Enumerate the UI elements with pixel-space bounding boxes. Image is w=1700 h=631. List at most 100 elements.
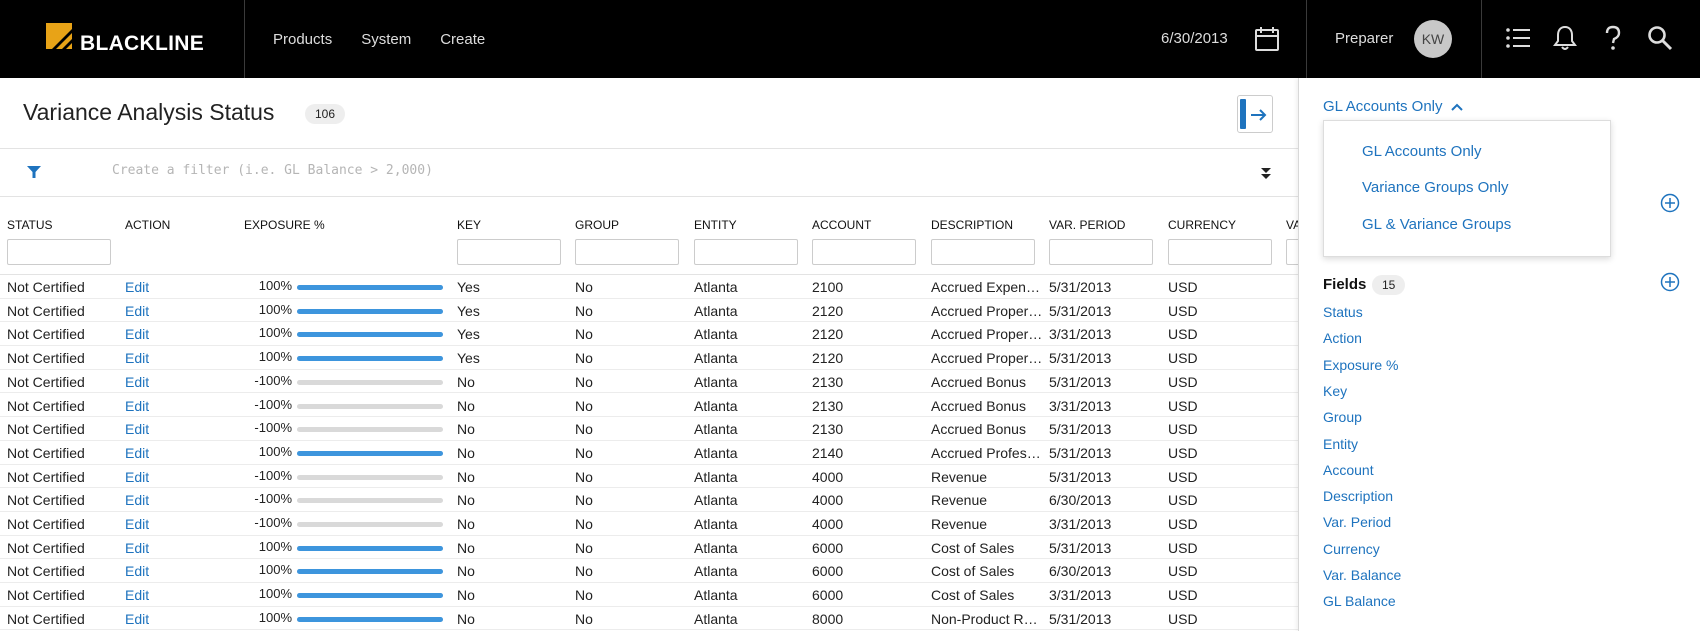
column-header-key[interactable]: KEY [457, 218, 481, 232]
calendar-icon[interactable] [1254, 26, 1280, 52]
table-row[interactable]: Not Certified Edit -100% No No Atlanta 4000 Rev… [0, 512, 1298, 536]
currency-cell: USD [1168, 397, 1198, 414]
field-item[interactable]: Var. Period [1323, 514, 1391, 530]
var-period-cell: 6/30/2013 [1049, 492, 1112, 509]
table-row[interactable]: Not Certified Edit 100% Yes No Atlanta 2100 Acc… [0, 275, 1298, 299]
edit-link[interactable]: Edit [125, 492, 149, 508]
double-chevron-down-icon[interactable] [1261, 168, 1271, 180]
filter-input[interactable] [112, 163, 812, 178]
edit-link[interactable]: Edit [125, 445, 149, 461]
entity-column-filter[interactable] [694, 239, 798, 265]
edit-link[interactable]: Edit [125, 587, 149, 603]
nav-products[interactable]: Products [273, 31, 332, 48]
edit-link[interactable]: Edit [125, 279, 149, 295]
exposure-bar [297, 522, 443, 527]
field-item[interactable]: Account [1323, 462, 1374, 478]
table-row[interactable]: Not Certified Edit 100% No No Atlanta 6000 Cost… [0, 583, 1298, 607]
edit-link[interactable]: Edit [125, 350, 149, 366]
bell-icon[interactable] [1553, 25, 1577, 51]
column-header-status[interactable]: STATUS [7, 218, 53, 232]
var-period-cell: 3/31/2013 [1049, 326, 1112, 343]
account-column-filter[interactable] [812, 239, 916, 265]
table-row[interactable]: Not Certified Edit 100% No No Atlanta 8000 Non-… [0, 607, 1298, 631]
description-cell: Accrued Expenses [931, 279, 1043, 295]
field-item[interactable]: Entity [1323, 436, 1358, 452]
table-row[interactable]: Not Certified Edit -100% No No Atlanta 4000 Rev… [0, 465, 1298, 489]
column-header-var-balance[interactable]: VA [1286, 218, 1298, 232]
field-item[interactable]: GL Balance [1323, 593, 1396, 609]
key-column-filter[interactable] [457, 239, 561, 265]
table-row[interactable]: Not Certified Edit 100% No No Atlanta 2140 Accr… [0, 441, 1298, 465]
var-balance-column-filter[interactable] [1286, 239, 1298, 265]
field-item[interactable]: Group [1323, 409, 1362, 425]
key-cell: No [457, 421, 475, 438]
exposure-value: 100% [258, 301, 292, 317]
field-item[interactable]: Action [1323, 330, 1362, 346]
column-header-entity[interactable]: ENTITY [694, 218, 737, 232]
table-row[interactable]: Not Certified Edit 100% Yes No Atlanta 2120 Acc… [0, 322, 1298, 347]
column-header-var-period[interactable]: VAR. PERIOD [1049, 218, 1125, 232]
table-row[interactable]: Not Certified Edit 100% Yes No Atlanta 2120 Acc… [0, 346, 1298, 370]
status-cell: Not Certified [7, 563, 85, 580]
edit-link[interactable]: Edit [125, 326, 149, 342]
description-cell: Revenue [931, 468, 988, 485]
currency-column-filter[interactable] [1168, 239, 1272, 265]
help-icon[interactable] [1603, 25, 1623, 51]
exposure-bar [297, 593, 443, 599]
field-item[interactable]: Var. Balance [1323, 567, 1401, 583]
var-period-cell: 5/31/2013 [1049, 444, 1112, 461]
description-column-filter[interactable] [931, 239, 1035, 265]
field-item[interactable]: Description [1323, 488, 1393, 504]
group-cell: No [575, 610, 593, 627]
list-icon[interactable] [1505, 25, 1531, 51]
column-header-action[interactable]: ACTION [125, 218, 170, 232]
search-icon[interactable] [1647, 25, 1673, 51]
column-header-account[interactable]: ACCOUNT [812, 218, 871, 232]
column-header-exposure[interactable]: EXPOSURE % [244, 218, 325, 232]
table-row[interactable]: Not Certified Edit -100% No No Atlanta 2130 Acc… [0, 370, 1298, 394]
field-item[interactable]: Key [1323, 383, 1347, 399]
add-field-icon[interactable] [1660, 272, 1680, 292]
option-variance-groups-only[interactable]: Variance Groups Only [1362, 179, 1508, 196]
table-row[interactable]: Not Certified Edit -100% No No Atlanta 2130 Acc… [0, 394, 1298, 418]
edit-link[interactable]: Edit [125, 516, 149, 532]
edit-link[interactable]: Edit [125, 421, 149, 437]
edit-link[interactable]: Edit [125, 563, 149, 579]
group-cell: No [575, 516, 593, 532]
account-type-select[interactable]: GL Accounts Only [1323, 98, 1463, 115]
toggle-panel-button[interactable] [1237, 95, 1273, 133]
edit-link[interactable]: Edit [125, 611, 149, 627]
column-header-description[interactable]: DESCRIPTION [931, 218, 1013, 232]
page-title: Variance Analysis Status [23, 99, 275, 125]
table-row[interactable]: Not Certified Edit -100% No No Atlanta 4000 Rev… [0, 488, 1298, 512]
divider [244, 0, 245, 78]
table-row[interactable]: Not Certified Edit 100% No No Atlanta 6000 Cost… [0, 536, 1298, 560]
edit-link[interactable]: Edit [125, 374, 149, 390]
period-date: 6/30/2013 [1161, 30, 1228, 47]
table-row[interactable]: Not Certified Edit 100% No No Atlanta 6000 Cost… [0, 559, 1298, 584]
edit-link[interactable]: Edit [125, 540, 149, 556]
entity-cell: Atlanta [694, 563, 738, 580]
table-row[interactable]: Not Certified Edit -100% No No Atlanta 2130 Acc… [0, 417, 1298, 441]
nav-create[interactable]: Create [440, 31, 485, 48]
filter-icon[interactable] [27, 165, 41, 179]
column-header-currency[interactable]: CURRENCY [1168, 218, 1236, 232]
option-gl-accounts-only[interactable]: GL Accounts Only [1362, 143, 1482, 160]
column-header-group[interactable]: GROUP [575, 218, 619, 232]
field-item[interactable]: Currency [1323, 541, 1380, 557]
var-period-column-filter[interactable] [1049, 239, 1153, 265]
field-item[interactable]: Exposure % [1323, 357, 1398, 373]
blackline-logo[interactable]: BLACKLINE [46, 22, 204, 56]
nav-system[interactable]: System [361, 31, 411, 48]
group-column-filter[interactable] [575, 239, 679, 265]
edit-link[interactable]: Edit [125, 303, 149, 319]
table-row[interactable]: Not Certified Edit 100% Yes No Atlanta 2120 Acc… [0, 299, 1298, 323]
status-column-filter[interactable] [7, 239, 111, 265]
field-item[interactable]: Status [1323, 304, 1363, 320]
avatar[interactable]: KW [1414, 20, 1452, 58]
option-gl-and-variance-groups[interactable]: GL & Variance Groups [1362, 216, 1511, 233]
edit-link[interactable]: Edit [125, 398, 149, 414]
add-circle-icon[interactable] [1660, 193, 1680, 213]
edit-link[interactable]: Edit [125, 469, 149, 485]
user-role[interactable]: Preparer [1335, 30, 1393, 47]
